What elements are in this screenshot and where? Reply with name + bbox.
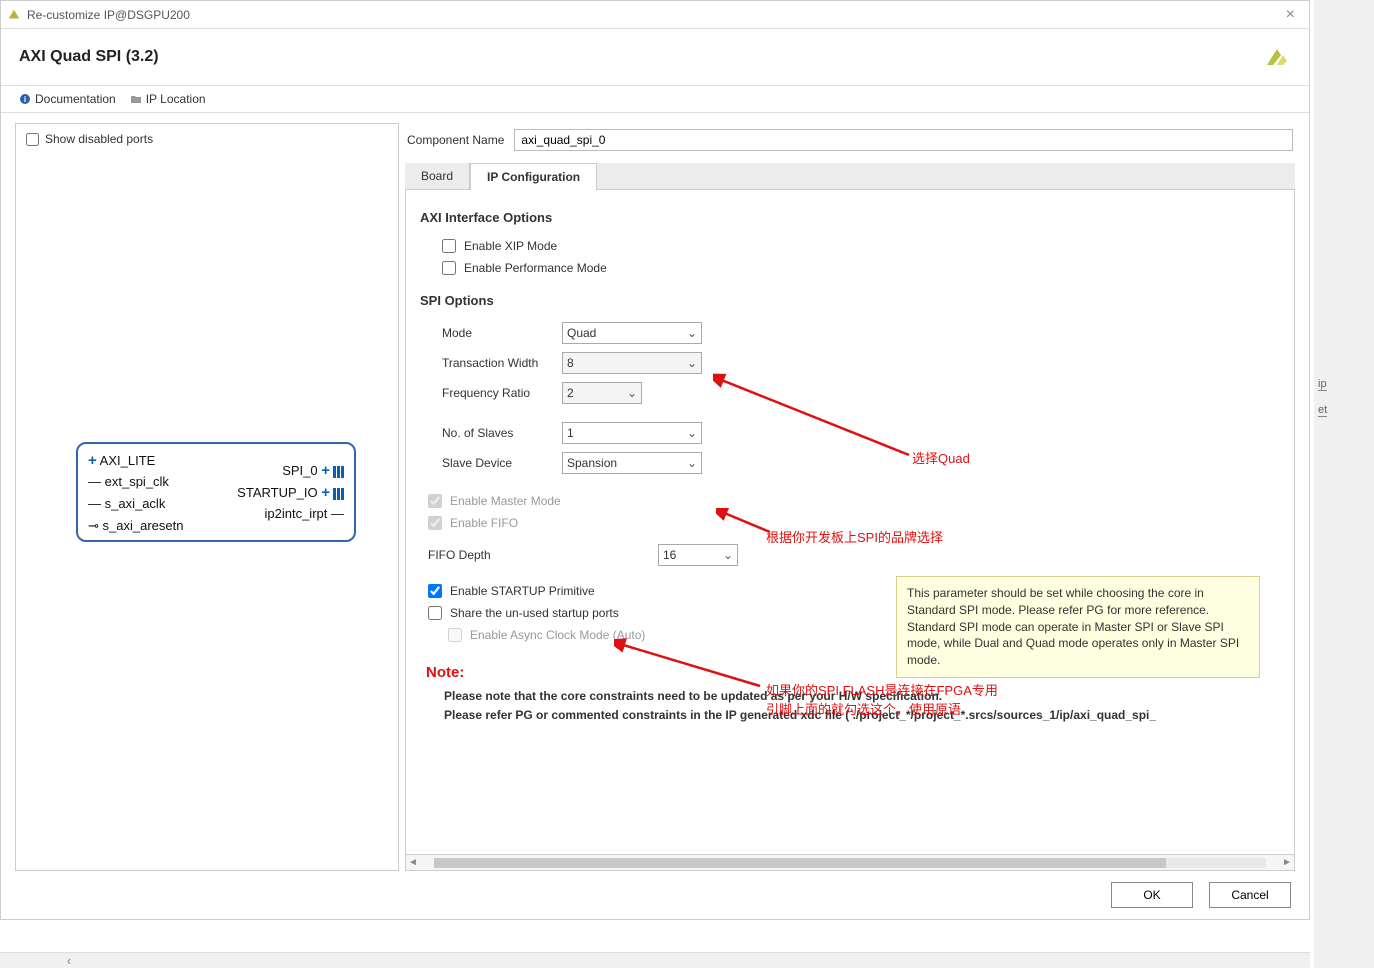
annotation-text-3: 如果你的SPI FLASH是连接在FPGA专用 引脚上面的就勾选这个，使用原语 [766, 680, 998, 718]
transaction-width-select[interactable]: 8⌄ [562, 352, 702, 374]
enable-fifo-label: Enable FIFO [450, 516, 518, 530]
enable-fifo-checkbox [428, 516, 442, 530]
annotation-text-2: 根据你开发板上SPI的品牌选择 [766, 527, 943, 546]
header: AXI Quad SPI (3.2) [1, 29, 1309, 85]
info-icon: i [19, 93, 31, 105]
dialog-footer: OK Cancel [1, 871, 1309, 919]
chevron-down-icon: ⌄ [687, 326, 697, 340]
enable-async-clock-mode-checkbox [448, 628, 462, 642]
enable-xip-mode-checkbox[interactable] [442, 239, 456, 253]
enable-performance-mode-label: Enable Performance Mode [464, 261, 607, 275]
frequency-ratio-label: Frequency Ratio [442, 386, 562, 400]
annotation-arrow-3 [614, 638, 764, 692]
background-editor-strip: ip et [1314, 0, 1374, 968]
scroll-left-icon[interactable]: ‹ [60, 953, 78, 968]
fifo-depth-label: FIFO Depth [428, 548, 658, 562]
cancel-button[interactable]: Cancel [1209, 882, 1291, 908]
enable-master-mode-label: Enable Master Mode [450, 494, 561, 508]
scroll-thumb[interactable] [434, 858, 1166, 868]
port-spi-0: SPI_0 [282, 463, 317, 478]
horizontal-scrollbar[interactable]: ◄ ► [405, 855, 1295, 871]
ip-location-label: IP Location [146, 92, 206, 106]
outer-bottom-scrollbar[interactable]: ‹ [0, 952, 1310, 968]
close-icon[interactable]: × [1278, 6, 1303, 24]
dialog-window: Re-customize IP@DSGPU200 × AXI Quad SPI … [0, 0, 1310, 920]
vendor-logo-icon [1263, 43, 1291, 71]
port-s-axi-aclk: s_axi_aclk [105, 496, 166, 511]
scroll-left-icon[interactable]: ◄ [406, 857, 420, 868]
enable-startup-primitive-checkbox[interactable] [428, 584, 442, 598]
ok-button[interactable]: OK [1111, 882, 1193, 908]
spi-options-title: SPI Options [420, 293, 1280, 308]
chevron-down-icon: ⌄ [687, 456, 697, 470]
svg-text:i: i [24, 95, 26, 104]
fifo-depth-select[interactable]: 16⌄ [658, 544, 738, 566]
titlebar: Re-customize IP@DSGPU200 × [1, 1, 1309, 29]
frequency-ratio-select[interactable]: 2⌄ [562, 382, 642, 404]
component-name-label: Component Name [407, 133, 504, 147]
show-disabled-ports-label: Show disabled ports [45, 132, 153, 146]
scroll-right-icon[interactable]: ► [1280, 857, 1294, 868]
share-unused-startup-ports-checkbox[interactable] [428, 606, 442, 620]
chevron-down-icon: ⌄ [687, 426, 697, 440]
ip-block-diagram: + AXI_LITE — ext_spi_clk — s_axi_aclk ⊸ … [76, 442, 356, 542]
mode-label: Mode [442, 326, 562, 340]
ip-configuration-panel: AXI Interface Options Enable XIP Mode En… [405, 190, 1295, 855]
documentation-label: Documentation [35, 92, 116, 106]
tabs: Board IP Configuration [405, 163, 1295, 190]
enable-performance-mode-checkbox[interactable] [442, 261, 456, 275]
ip-title: AXI Quad SPI (3.2) [19, 48, 159, 66]
chevron-down-icon: ⌄ [723, 548, 733, 562]
port-ext-spi-clk: ext_spi_clk [105, 474, 169, 489]
dialog-body: Show disabled ports + AXI_LITE — ext_spi… [1, 113, 1309, 871]
enable-master-mode-checkbox [428, 494, 442, 508]
component-name-input[interactable] [514, 129, 1293, 151]
toolbar: i Documentation IP Location [1, 85, 1309, 113]
port-startup-io: STARTUP_IO [237, 485, 317, 500]
help-tooltip: This parameter should be set while choos… [896, 576, 1260, 678]
folder-icon [130, 93, 142, 105]
annotation-arrow-1 [713, 373, 913, 463]
ip-location-link[interactable]: IP Location [130, 92, 206, 106]
slave-device-select[interactable]: Spansion⌄ [562, 452, 702, 474]
tab-ip-configuration[interactable]: IP Configuration [470, 163, 597, 190]
port-s-axi-aresetn: s_axi_aresetn [103, 518, 184, 533]
port-axi-lite: AXI_LITE [100, 453, 156, 468]
chevron-down-icon: ⌄ [627, 386, 637, 400]
documentation-link[interactable]: i Documentation [19, 92, 116, 106]
config-pane: Component Name Board IP Configuration AX… [405, 123, 1295, 871]
share-unused-startup-ports-label: Share the un-used startup ports [450, 606, 619, 620]
window-title: Re-customize IP@DSGPU200 [27, 8, 190, 22]
chevron-down-icon: ⌄ [687, 356, 697, 370]
no-of-slaves-label: No. of Slaves [442, 426, 562, 440]
no-of-slaves-select[interactable]: 1⌄ [562, 422, 702, 444]
axi-interface-options-title: AXI Interface Options [420, 210, 1280, 225]
slave-device-label: Slave Device [442, 456, 562, 470]
transaction-width-label: Transaction Width [442, 356, 562, 370]
block-preview-pane: Show disabled ports + AXI_LITE — ext_spi… [15, 123, 399, 871]
enable-xip-mode-label: Enable XIP Mode [464, 239, 557, 253]
enable-startup-primitive-label: Enable STARTUP Primitive [450, 584, 595, 598]
mode-select[interactable]: Quad⌄ [562, 322, 702, 344]
show-disabled-ports-checkbox[interactable] [26, 133, 39, 146]
app-icon [7, 8, 21, 22]
tab-board[interactable]: Board [405, 163, 470, 189]
port-ip2intc-irpt: ip2intc_irpt [265, 506, 328, 521]
annotation-text-1: 选择Quad [912, 448, 970, 467]
